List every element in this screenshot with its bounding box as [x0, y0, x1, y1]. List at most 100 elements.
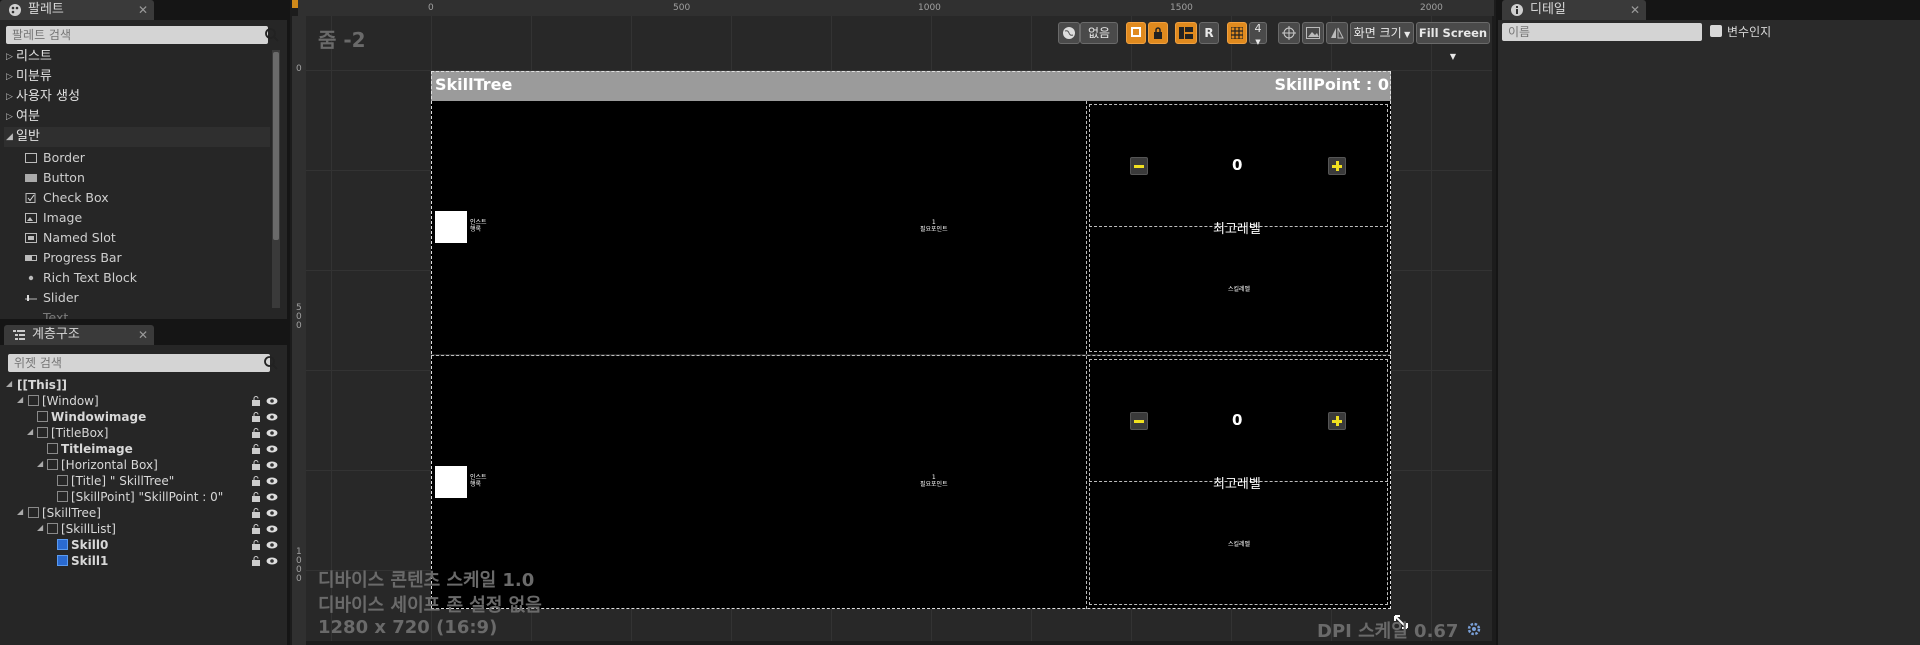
- tree-item-windowimage[interactable]: Windowimage: [37, 409, 146, 425]
- skill-name-text: 인스트 행록: [470, 219, 487, 233]
- palette-widget-slider[interactable]: Slider: [22, 288, 272, 308]
- fill-screen-dropdown[interactable]: Fill Screen ▼: [1416, 22, 1490, 61]
- tree-item-skill1[interactable]: Skill1: [57, 553, 108, 569]
- category-extra[interactable]: ▷ 여분: [4, 107, 270, 127]
- lock-icon[interactable]: [251, 428, 261, 438]
- category-list[interactable]: ▷ 리스트: [4, 47, 270, 67]
- expand-arrow[interactable]: ◢: [37, 523, 43, 532]
- tree-item-window[interactable]: [Window]: [28, 393, 99, 409]
- palette-panel: ▷리스트 ▷미분류 ▷사용자 생성 ▷여분 ◢일반 Border Button …: [0, 20, 287, 319]
- plus-button[interactable]: [1328, 412, 1346, 430]
- palette-widget-rich-text-block[interactable]: Rich Text Block: [22, 268, 272, 288]
- title-box[interactable]: SkillTree SkillPoint : 0: [431, 71, 1391, 101]
- palette-widget-border[interactable]: Border: [22, 148, 272, 168]
- close-icon[interactable]: ✕: [1630, 0, 1640, 20]
- expand-arrow[interactable]: ◢: [6, 379, 12, 388]
- close-icon[interactable]: ✕: [138, 325, 148, 345]
- palette-widget-text[interactable]: Text: [22, 308, 272, 319]
- minus-button[interactable]: [1130, 157, 1148, 175]
- ruler-tick-500: 500: [673, 3, 691, 13]
- gear-icon[interactable]: [1466, 621, 1482, 637]
- named-slot-icon: [25, 233, 37, 243]
- zoom-label: 줌 -2: [318, 28, 366, 52]
- lock-icon[interactable]: [251, 396, 261, 406]
- palette-tab[interactable]: 팔레트 ✕: [0, 0, 154, 20]
- category-common[interactable]: ◢ 일반: [4, 127, 270, 147]
- is-variable-checkbox[interactable]: [1710, 25, 1722, 37]
- palette-widget-checkbox[interactable]: Check Box: [22, 188, 272, 208]
- none-button[interactable]: 없음: [1080, 22, 1118, 44]
- close-icon[interactable]: ✕: [138, 0, 148, 20]
- eye-icon[interactable]: [266, 524, 278, 534]
- lock-button[interactable]: [1148, 22, 1168, 44]
- eye-icon[interactable]: [266, 508, 278, 518]
- palette-widget-progress-bar[interactable]: Progress Bar: [22, 248, 272, 268]
- grid-icon: [1230, 26, 1244, 40]
- palette-widget-button[interactable]: Button: [22, 168, 272, 188]
- grid-snap-button[interactable]: [1227, 22, 1247, 44]
- lock-icon[interactable]: [251, 540, 261, 550]
- eye-icon[interactable]: [266, 444, 278, 454]
- minus-button[interactable]: [1130, 412, 1148, 430]
- search-icon[interactable]: [263, 355, 279, 371]
- canvas-panel-icon: [37, 427, 48, 438]
- eye-icon[interactable]: [266, 540, 278, 550]
- expand-arrow[interactable]: ◢: [37, 459, 43, 468]
- image-icon: [25, 213, 37, 223]
- palette-scrollbar[interactable]: [272, 50, 280, 308]
- tree-item-titlebox[interactable]: [TitleBox]: [37, 425, 108, 441]
- search-icon[interactable]: [264, 27, 280, 43]
- canvas-panel-icon: [28, 507, 39, 518]
- lock-icon[interactable]: [251, 460, 261, 470]
- preview-image-button[interactable]: [1302, 22, 1324, 44]
- r-button[interactable]: R: [1199, 22, 1219, 44]
- lock-icon[interactable]: [251, 556, 261, 566]
- crosshair-icon: [1282, 26, 1296, 40]
- respect-locks-button[interactable]: [1126, 22, 1146, 44]
- expand-arrow[interactable]: ◢: [27, 427, 33, 436]
- lock-icon[interactable]: [251, 524, 261, 534]
- eye-icon[interactable]: [266, 428, 278, 438]
- name-input[interactable]: [1502, 23, 1702, 41]
- tree-item-skilllist[interactable]: [SkillList]: [47, 521, 116, 537]
- mirror-button[interactable]: [1326, 22, 1348, 44]
- image-icon: [1306, 27, 1320, 39]
- lock-icon[interactable]: [251, 412, 261, 422]
- tree-item-title-text[interactable]: [Title] " SkillTree": [57, 473, 174, 489]
- eye-icon[interactable]: [266, 556, 278, 566]
- max-level-text: 최고레벨: [1213, 477, 1261, 492]
- tree-item-this[interactable]: [[This]]: [17, 377, 67, 393]
- palette-widget-named-slot[interactable]: Named Slot: [22, 228, 272, 248]
- grid-size-button[interactable]: 4 ▼: [1249, 22, 1267, 46]
- world-button[interactable]: [1058, 22, 1080, 44]
- eye-icon[interactable]: [266, 476, 278, 486]
- category-misc[interactable]: ▷ 미분류: [4, 67, 270, 87]
- eye-icon[interactable]: [266, 412, 278, 422]
- details-tab[interactable]: 디테일 ✕: [1502, 0, 1646, 20]
- eye-icon[interactable]: [266, 492, 278, 502]
- expand-arrow[interactable]: ◢: [17, 395, 23, 404]
- hierarchy-tab-label: 계층구조: [32, 327, 80, 342]
- plus-button[interactable]: [1328, 157, 1346, 175]
- tree-item-skill0[interactable]: Skill0: [57, 537, 108, 553]
- hierarchy-tab[interactable]: 계층구조 ✕: [4, 325, 154, 345]
- slider-icon: [25, 295, 37, 301]
- palette-search-input[interactable]: [6, 26, 268, 44]
- hierarchy-search-input[interactable]: [8, 354, 270, 372]
- lock-icon[interactable]: [251, 492, 261, 502]
- eye-icon[interactable]: [266, 460, 278, 470]
- layout-button[interactable]: [1175, 22, 1197, 44]
- eye-icon[interactable]: [266, 396, 278, 406]
- tree-item-titleimage[interactable]: Titleimage: [47, 441, 133, 457]
- category-user-created[interactable]: ▷ 사용자 생성: [4, 87, 270, 107]
- lock-icon[interactable]: [251, 508, 261, 518]
- expand-arrow[interactable]: ◢: [17, 507, 23, 516]
- tree-item-skilltree[interactable]: [SkillTree]: [28, 505, 101, 521]
- tree-item-skillpoint-text[interactable]: [SkillPoint] "SkillPoint : 0": [57, 489, 223, 505]
- lock-icon[interactable]: [251, 476, 261, 486]
- fit-button[interactable]: [1278, 22, 1300, 44]
- palette-widget-image[interactable]: Image: [22, 208, 272, 228]
- lock-icon[interactable]: [251, 444, 261, 454]
- screen-size-dropdown[interactable]: 화면 크기 ▼: [1350, 22, 1414, 44]
- tree-item-horizontal-box[interactable]: [Horizontal Box]: [47, 457, 158, 473]
